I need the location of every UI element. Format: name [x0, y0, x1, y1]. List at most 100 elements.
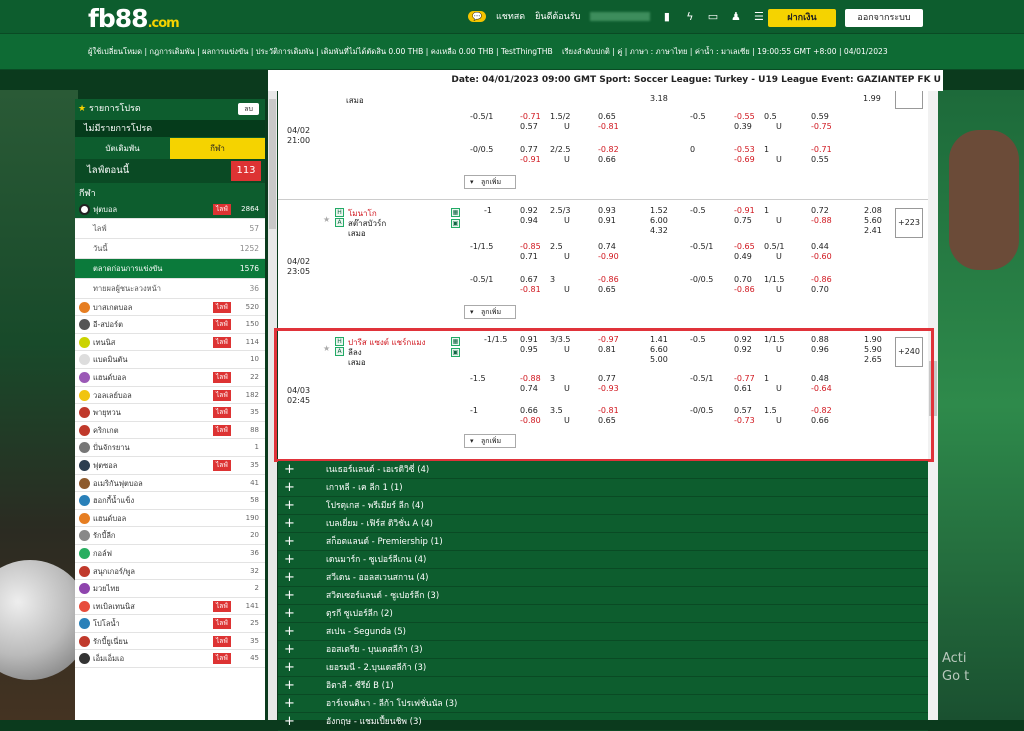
sidebar-item-sport[interactable]: แฮนด์บอล ไลฟ์ 22 — [75, 369, 265, 387]
sidebar-subitem[interactable]: ไลฟ์ 57 — [75, 218, 265, 239]
league-row[interactable]: + สวีเดน - ออลสเวนสกาน (4) — [278, 569, 928, 587]
expand-plus-icon[interactable]: + — [284, 641, 295, 659]
sidebar-item-sport[interactable]: สนุกเกอร์/พูล 32 — [75, 563, 265, 581]
odds-cell[interactable]: 0.74 — [598, 242, 616, 251]
league-row[interactable]: + ออสเตรีย - บุนเดสลีก้า (3) — [278, 641, 928, 659]
sidebar-scroll-thumb[interactable] — [269, 99, 276, 229]
odds-cell[interactable]: -0.90 — [598, 252, 619, 261]
tv-icon[interactable]: ▣ — [451, 219, 460, 228]
league-row[interactable]: + เยอรมนี - 2.บุนเดสลีก้า (3) — [278, 659, 928, 677]
account-links[interactable]: ผู้ใช้เปลี่ยนโหมด | กฎการเดิมพัน | ผลการ… — [88, 46, 553, 58]
league-row[interactable]: + เกาหลี - เค ลีก 1 (1) — [278, 479, 928, 497]
odds-cell[interactable]: 0.71 — [520, 252, 538, 261]
odds-cell[interactable]: 1.99 — [863, 94, 881, 103]
expand-plus-icon[interactable]: + — [284, 695, 295, 713]
odds-cell[interactable]: -0.85 — [520, 242, 541, 251]
league-row[interactable]: + อาร์เจนตินา - ลีก้า โปรเฟชั่นนัล (3) — [278, 695, 928, 713]
expand-plus-icon[interactable]: + — [284, 533, 295, 551]
odds-cell[interactable]: 0.59 — [811, 112, 829, 121]
odds-cell[interactable]: 0.70 — [734, 275, 752, 284]
odds-cell[interactable]: 4.32 — [650, 226, 668, 235]
more-markets-button[interactable]: +223 — [895, 208, 923, 238]
odds-cell[interactable]: 0.44 — [811, 242, 829, 251]
sidebar-item-sport[interactable]: เทเบิลเทนนิส ไลฟ์ 141 — [75, 598, 265, 616]
more-odds-button[interactable]: ลูกเพิ่ม — [464, 175, 516, 189]
flash-icon[interactable]: ϟ — [683, 10, 696, 23]
expand-plus-icon[interactable]: + — [284, 659, 295, 677]
odds-cell[interactable]: 0.93 — [598, 206, 616, 215]
fb88-logo[interactable]: fb88.com — [88, 4, 180, 33]
sidebar-item-sport[interactable]: คริกเกต ไลฟ์ 88 — [75, 422, 265, 440]
expand-plus-icon[interactable]: + — [284, 677, 295, 695]
more-odds-button[interactable]: ลูกเพิ่ม — [464, 305, 516, 319]
more-markets-button[interactable] — [895, 91, 923, 109]
league-row[interactable]: + เดนมาร์ก - ซูเปอร์ลีเกน (4) — [278, 551, 928, 569]
odds-cell[interactable]: -0.75 — [811, 122, 832, 131]
odds-cell[interactable]: 1.52 — [650, 206, 668, 215]
chat-icon[interactable]: 💬 — [468, 10, 486, 22]
expand-plus-icon[interactable]: + — [284, 551, 295, 569]
odds-cell[interactable]: -0.71 — [811, 145, 832, 154]
league-row[interactable]: + เนเธอร์แลนด์ - เอเรดิวิซี่ (4) — [278, 461, 928, 479]
league-row[interactable]: + สเปน - Segunda (5) — [278, 623, 928, 641]
league-row[interactable]: + อิตาลี - ซีรีย์ B (1) — [278, 677, 928, 695]
list-icon[interactable]: ☰ — [752, 10, 765, 23]
odds-cell[interactable]: -0.71 — [520, 112, 541, 121]
odds-cell[interactable]: -0.81 — [598, 122, 619, 131]
sidebar-item-sport[interactable]: อเมริกันฟุตบอล 41 — [75, 475, 265, 493]
stats-icon[interactable]: ▮ — [660, 10, 673, 23]
odds-cell[interactable]: 0.39 — [734, 122, 752, 131]
odds-cell[interactable]: -0.81 — [520, 285, 541, 294]
sidebar-subitem[interactable]: วันนี้ 1252 — [75, 238, 265, 259]
odds-cell[interactable]: 0.72 — [811, 206, 829, 215]
odds-cell[interactable]: -0.65 — [734, 242, 755, 251]
odds-cell[interactable]: 0.55 — [811, 155, 829, 164]
clear-favorites-button[interactable]: ลบ — [238, 103, 259, 115]
odds-cell[interactable]: -0.91 — [734, 206, 755, 215]
stats-icon[interactable]: ▦ — [451, 208, 460, 217]
sidebar-subitem[interactable]: ตลาดก่อนการแข่งขัน 1576 — [75, 258, 265, 279]
sidebar-item-sport[interactable]: ปั่นจักรยาน 1 — [75, 439, 265, 457]
sidebar-subitem[interactable]: ทายผลผู้ชนะลวงหน้า 36 — [75, 278, 265, 299]
odds-cell[interactable]: 0.57 — [520, 122, 538, 131]
expand-plus-icon[interactable]: + — [284, 587, 295, 605]
sidebar-item-football[interactable]: ฟุตบอล ไลฟ์ 2864 — [75, 201, 265, 219]
expand-plus-icon[interactable]: + — [284, 623, 295, 641]
sidebar-item-sport[interactable]: ฟุตซอล ไลฟ์ 35 — [75, 457, 265, 475]
odds-cell[interactable]: 6.00 — [650, 216, 668, 225]
odds-cell[interactable]: 3.18 — [650, 94, 668, 103]
expand-plus-icon[interactable]: + — [284, 497, 295, 515]
sidebar-item-sport[interactable]: แบดมินตัน 10 — [75, 351, 265, 369]
sidebar-item-sport[interactable]: วอลเลย์บอล ไลฟ์ 182 — [75, 387, 265, 405]
odds-cell[interactable]: -0.55 — [734, 112, 755, 121]
sidebar-item-sport[interactable]: บาสเกตบอล ไลฟ์ 520 — [75, 299, 265, 317]
favorite-star-icon[interactable]: ★ — [323, 215, 330, 224]
odds-cell[interactable]: -0.86 — [811, 275, 832, 284]
expand-plus-icon[interactable]: + — [284, 569, 295, 587]
sidebar-item-sport[interactable]: กอล์ฟ 36 — [75, 545, 265, 563]
sidebar-item-sport[interactable]: เทนนิส ไลฟ์ 114 — [75, 334, 265, 352]
odds-cell[interactable]: 0.70 — [811, 285, 829, 294]
odds-cell[interactable]: 2.08 — [864, 206, 882, 215]
expand-plus-icon[interactable]: + — [284, 713, 295, 731]
logout-button[interactable]: ออกจากระบบ — [845, 9, 923, 27]
odds-cell[interactable]: 5.60 — [864, 216, 882, 225]
sidebar-item-sport[interactable]: รักบี้ลีก 20 — [75, 527, 265, 545]
odds-cell[interactable]: 0.94 — [520, 216, 538, 225]
promo-icon[interactable]: ▭ — [706, 10, 719, 23]
sidebar-item-sport[interactable]: มวยไทย 2 — [75, 580, 265, 598]
sidebar-item-sport[interactable]: พายุทวน ไลฟ์ 35 — [75, 404, 265, 422]
odds-cell[interactable]: 0.92 — [520, 206, 538, 215]
odds-cell[interactable]: -0.69 — [734, 155, 755, 164]
league-row[interactable]: + สก็อตแลนด์ - Premiership (1) — [278, 533, 928, 551]
odds-cell[interactable]: 0.75 — [734, 216, 752, 225]
expand-plus-icon[interactable]: + — [284, 461, 295, 479]
league-row[interactable]: + โปรตุเกส - พรีเมียร์ ลีก (4) — [278, 497, 928, 515]
odds-cell[interactable]: -0.86 — [598, 275, 619, 284]
odds-cell[interactable]: 0.65 — [598, 112, 616, 121]
odds-cell[interactable]: 0.65 — [598, 285, 616, 294]
sidebar-item-sport[interactable]: แฮนด์บอล 190 — [75, 510, 265, 528]
odds-cell[interactable]: 0.49 — [734, 252, 752, 261]
odds-cell[interactable]: 0.91 — [598, 216, 616, 225]
odds-cell[interactable]: -0.91 — [520, 155, 541, 164]
